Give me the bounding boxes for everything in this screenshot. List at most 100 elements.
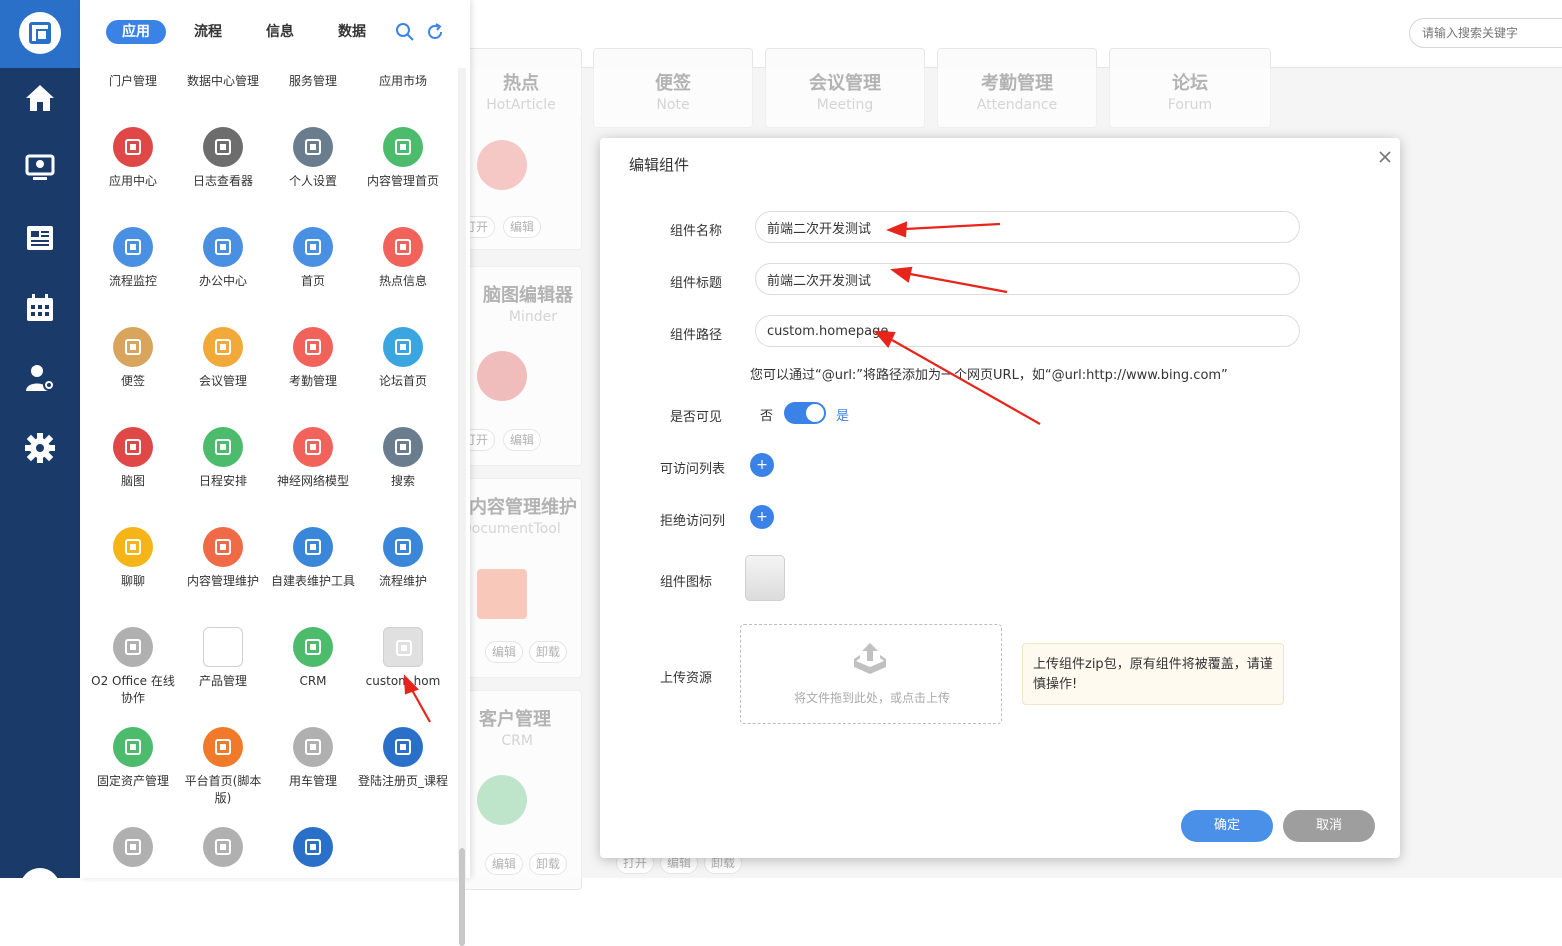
upload-warning: 上传组件zip包，原有组件将被覆盖，请谨慎操作! bbox=[1022, 643, 1284, 705]
app-label: 登陆注册页_课程 bbox=[358, 774, 449, 788]
app-icon bbox=[383, 427, 423, 467]
app-icon bbox=[113, 227, 153, 267]
app-icon bbox=[113, 627, 153, 667]
upload-text: 将文件拖到此处，或点击上传 bbox=[793, 691, 950, 705]
visible-yes-label: 是 bbox=[836, 409, 850, 424]
search-icon[interactable] bbox=[395, 22, 415, 42]
app-panel-scrollbar[interactable] bbox=[458, 68, 466, 946]
app-icon bbox=[203, 827, 243, 867]
app-label: custom.hom bbox=[365, 674, 441, 688]
path-label: 组件路径 bbox=[670, 328, 723, 343]
app-icon bbox=[383, 727, 423, 767]
tab-info[interactable]: 信息 bbox=[250, 20, 310, 44]
app-icon bbox=[203, 627, 243, 667]
app-label: 应用中心 bbox=[108, 174, 157, 188]
app-icon bbox=[203, 327, 243, 367]
upload-label: 上传资源 bbox=[660, 671, 713, 686]
app-panel: 应用 流程 信息 数据 门户管理 数据中心管理 服务管理 应用市场 应用中心 日志… bbox=[80, 0, 470, 946]
app-label: 用车管理 bbox=[288, 774, 337, 788]
scrollbar-thumb[interactable] bbox=[459, 848, 465, 946]
visible-toggle[interactable] bbox=[784, 402, 826, 424]
component-icon-picker[interactable] bbox=[745, 555, 785, 601]
app-icon bbox=[293, 627, 333, 667]
app-icon bbox=[383, 227, 423, 267]
category-portal[interactable]: 门户管理 bbox=[88, 72, 178, 89]
app-icon bbox=[293, 127, 333, 167]
component-name-input[interactable] bbox=[755, 211, 1300, 243]
app-label: 日程安排 bbox=[198, 474, 247, 488]
calendar-icon[interactable] bbox=[24, 292, 56, 324]
app-label: 内容管理维护 bbox=[186, 574, 259, 588]
app-icon bbox=[203, 127, 243, 167]
app-label: 产品管理 bbox=[198, 674, 247, 688]
add-allow-button[interactable]: + bbox=[750, 453, 774, 477]
app-icon bbox=[293, 527, 333, 567]
tab-process[interactable]: 流程 bbox=[178, 20, 238, 44]
app-icon bbox=[293, 827, 333, 867]
app-label: 流程维护 bbox=[378, 574, 427, 588]
app-label: O2 Office 在线协作 bbox=[91, 674, 175, 705]
dialog-title: 编辑组件 bbox=[629, 156, 690, 174]
app-label: 自建表维护工具 bbox=[270, 574, 355, 588]
app-label: 日志查看器 bbox=[192, 174, 253, 188]
app-label: 论坛首页 bbox=[378, 374, 427, 388]
upload-dropzone[interactable]: 将文件拖到此处，或点击上传 bbox=[740, 624, 1002, 724]
app-label: 热点信息 bbox=[378, 274, 427, 288]
app-icon bbox=[203, 427, 243, 467]
office-center-icon[interactable] bbox=[24, 152, 56, 184]
app-icon bbox=[203, 727, 243, 767]
user-settings-icon[interactable] bbox=[24, 362, 56, 394]
app-icon bbox=[293, 227, 333, 267]
app-icon bbox=[113, 827, 153, 867]
search-input[interactable] bbox=[1409, 18, 1562, 48]
category-data-center[interactable]: 数据中心管理 bbox=[178, 72, 268, 89]
app-icon bbox=[203, 227, 243, 267]
app-icon bbox=[113, 527, 153, 567]
refresh-icon[interactable] bbox=[425, 22, 445, 42]
icon-label: 组件图标 bbox=[660, 575, 713, 590]
app-label: 个人设置 bbox=[288, 174, 337, 188]
confirm-button[interactable]: 确定 bbox=[1181, 810, 1273, 842]
app-icon bbox=[113, 127, 153, 167]
app-label: 神经网络模型 bbox=[276, 474, 349, 488]
app-label: 办公中心 bbox=[198, 274, 247, 288]
allow-list-label: 可访问列表 bbox=[660, 462, 726, 477]
cancel-button[interactable]: 取消 bbox=[1283, 810, 1375, 842]
title-label: 组件标题 bbox=[670, 276, 723, 291]
app-label: 脑图 bbox=[120, 474, 145, 488]
app-icon bbox=[113, 727, 153, 767]
app-icon bbox=[383, 527, 423, 567]
app-label: 流程监控 bbox=[108, 274, 157, 288]
visible-label: 是否可见 bbox=[670, 410, 723, 425]
close-icon[interactable] bbox=[1376, 148, 1394, 166]
component-title-input[interactable] bbox=[755, 263, 1300, 295]
deny-list-label: 拒绝访问列 bbox=[660, 514, 726, 529]
tab-apps[interactable]: 应用 bbox=[106, 20, 166, 44]
tab-data[interactable]: 数据 bbox=[322, 20, 382, 44]
app-label: 内容管理首页 bbox=[366, 174, 439, 188]
path-hint: 您可以通过“@url:”将路径添加为一个网页URL，如“@url:http://… bbox=[750, 368, 1228, 383]
component-path-input[interactable] bbox=[755, 315, 1300, 347]
category-service[interactable]: 服务管理 bbox=[268, 72, 358, 89]
app-icon bbox=[383, 127, 423, 167]
app-icon bbox=[293, 427, 333, 467]
app-icon bbox=[383, 327, 423, 367]
app-label: 考勤管理 bbox=[288, 374, 337, 388]
edit-component-dialog: 编辑组件 组件名称 组件标题 组件路径 您可以通过“@url:”将路径添加为一个… bbox=[600, 138, 1400, 858]
app-label: 固定资产管理 bbox=[96, 774, 169, 788]
news-icon[interactable] bbox=[24, 222, 56, 254]
app-panel-tabs: 应用 流程 信息 数据 bbox=[80, 0, 470, 64]
app-icon bbox=[203, 527, 243, 567]
add-deny-button[interactable]: + bbox=[750, 505, 774, 529]
app-icon bbox=[113, 327, 153, 367]
app-icon bbox=[383, 627, 423, 667]
gear-icon[interactable] bbox=[24, 432, 56, 464]
visible-no-label: 否 bbox=[760, 409, 774, 424]
app-label: 搜索 bbox=[390, 474, 415, 488]
avatar[interactable] bbox=[20, 868, 60, 908]
category-app-market[interactable]: 应用市场 bbox=[358, 72, 448, 89]
app-icon bbox=[293, 727, 333, 767]
home-icon[interactable] bbox=[24, 82, 56, 114]
logo[interactable] bbox=[0, 0, 80, 68]
main-nav bbox=[0, 0, 80, 908]
